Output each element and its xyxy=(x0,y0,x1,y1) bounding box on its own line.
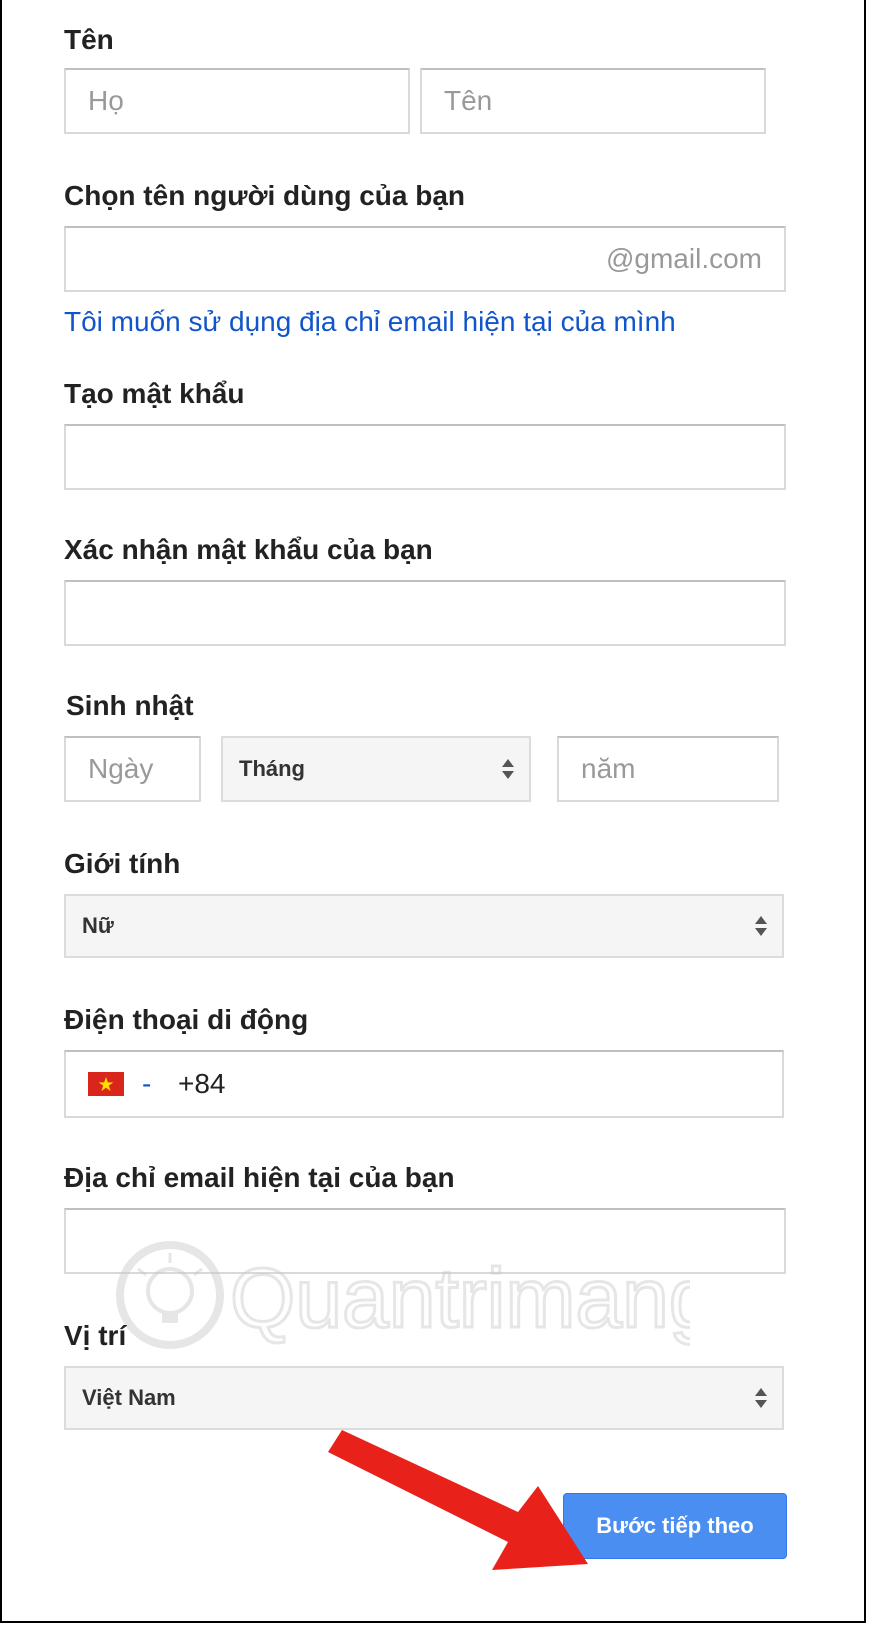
country-code: +84 xyxy=(178,1068,226,1099)
select-arrows-icon xyxy=(755,916,767,936)
month-value: Tháng xyxy=(239,756,305,781)
birthday-label: Sinh nhật xyxy=(66,690,194,721)
gender-value: Nữ xyxy=(82,913,114,938)
location-label: Vị trí xyxy=(64,1320,127,1351)
select-arrows-icon xyxy=(755,1388,767,1408)
red-arrow-annotation xyxy=(328,1430,588,1570)
location-select[interactable]: Việt Nam xyxy=(64,1366,784,1430)
first-name-placeholder: Tên xyxy=(444,85,493,116)
vietnam-flag-icon[interactable] xyxy=(88,1072,124,1096)
birthday-day-input[interactable]: Ngày xyxy=(64,736,201,802)
password-input[interactable] xyxy=(64,424,786,490)
last-name-placeholder: Họ xyxy=(88,85,124,116)
confirm-password-input[interactable] xyxy=(64,580,786,646)
name-label: Tên xyxy=(64,24,114,55)
gender-label: Giới tính xyxy=(64,848,181,879)
mobile-label: Điện thoại di động xyxy=(64,1004,309,1035)
last-name-input[interactable]: Họ xyxy=(64,68,410,134)
current-email-input[interactable] xyxy=(64,1208,786,1274)
use-current-email-link[interactable]: Tôi muốn sử dụng địa chỉ email hiện tại … xyxy=(64,304,676,340)
password-label: Tạo mật khẩu xyxy=(64,378,245,409)
birthday-month-select[interactable]: Tháng xyxy=(221,736,531,802)
mobile-input[interactable]: - +84 xyxy=(64,1050,784,1118)
gender-select[interactable]: Nữ xyxy=(64,894,784,958)
year-placeholder: năm xyxy=(581,753,636,784)
confirm-password-label: Xác nhận mật khẩu của bạn xyxy=(64,534,433,565)
first-name-input[interactable]: Tên xyxy=(420,68,766,134)
select-arrows-icon xyxy=(502,759,514,779)
username-label: Chọn tên người dùng của bạn xyxy=(64,180,466,211)
location-value: Việt Nam xyxy=(82,1385,176,1410)
gmail-suffix: @gmail.com xyxy=(605,243,762,274)
birthday-year-input[interactable]: năm xyxy=(557,736,779,802)
username-input[interactable]: @gmail.com xyxy=(64,226,786,292)
country-code-separator: - xyxy=(142,1068,152,1099)
day-placeholder: Ngày xyxy=(88,753,154,784)
current-email-label: Địa chỉ email hiện tại của bạn xyxy=(64,1162,455,1193)
